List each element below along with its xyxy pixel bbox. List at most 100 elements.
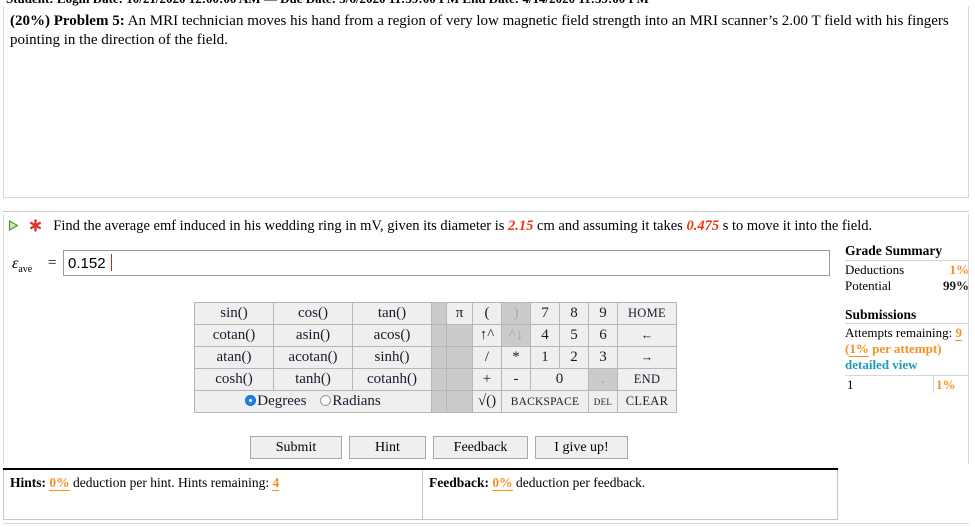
key-arrow-left[interactable]: ← xyxy=(617,324,677,347)
hints-box: Hints: 0% deduction per hint. Hints rema… xyxy=(3,470,423,520)
submit-button[interactable]: Submit xyxy=(250,436,342,459)
key-tanh[interactable]: tanh() xyxy=(273,368,353,391)
key-0[interactable]: 0 xyxy=(530,368,589,391)
question-text-post: s to move it into the field. xyxy=(719,218,873,234)
key-superscript-up[interactable]: ↑^ xyxy=(472,324,502,347)
feedback-deduction-pct: 0% xyxy=(492,475,513,491)
key-atan[interactable]: atan() xyxy=(194,346,274,369)
key-plus[interactable]: + xyxy=(472,368,502,391)
key-subscript-down[interactable]: ^↓ xyxy=(501,324,531,347)
key-4[interactable]: 4 xyxy=(530,324,560,347)
key-sinh[interactable]: sinh() xyxy=(352,346,432,369)
key-home[interactable]: HOME xyxy=(617,302,677,325)
key-gap-1 xyxy=(431,302,447,325)
radio-radians[interactable]: Radians xyxy=(320,393,381,409)
key-multiply[interactable]: * xyxy=(501,346,531,369)
key-7[interactable]: 7 xyxy=(530,302,560,325)
radio-degrees[interactable]: Degrees xyxy=(245,393,306,409)
answer-variable-label: εave xyxy=(12,255,33,276)
key-gap-5 xyxy=(431,390,447,413)
diameter-value: 2.15 xyxy=(508,218,534,234)
hints-label: Hints: xyxy=(10,475,47,490)
key-open-paren[interactable]: ( xyxy=(472,302,502,325)
play-triangle-icon[interactable] xyxy=(8,218,19,232)
key-decimal-point[interactable]: . xyxy=(588,368,618,391)
give-up-button[interactable]: I give up! xyxy=(535,436,628,459)
attempts-remaining-line: Attempts remaining: 9 xyxy=(845,324,969,341)
key-asin[interactable]: asin() xyxy=(273,324,353,347)
answer-row: εave = xyxy=(12,250,832,280)
key-backspace[interactable]: BACKSPACE xyxy=(501,390,589,413)
key-5[interactable]: 5 xyxy=(559,324,589,347)
hints-remaining-value: 4 xyxy=(272,475,280,491)
key-2[interactable]: 2 xyxy=(559,346,589,369)
per-attempt-close: per attempt) xyxy=(868,340,942,356)
key-blank-3 xyxy=(446,368,473,391)
attempts-remaining-label: Attempts remaining: xyxy=(845,325,953,340)
grade-summary-title: Grade Summary xyxy=(845,243,969,261)
key-acos[interactable]: acos() xyxy=(352,324,432,347)
per-attempt-pct: 1% xyxy=(849,340,869,357)
key-sin[interactable]: sin() xyxy=(194,302,274,325)
feedback-button[interactable]: Feedback xyxy=(433,436,528,459)
key-cos[interactable]: cos() xyxy=(273,302,353,325)
radio-degrees-label: Degrees xyxy=(257,393,307,409)
key-6[interactable]: 6 xyxy=(588,324,618,347)
key-8[interactable]: 8 xyxy=(559,302,589,325)
problem-body: An MRI technician moves his hand from a … xyxy=(10,13,949,48)
key-arrow-right[interactable]: → xyxy=(617,346,677,369)
feedback-label: Feedback: xyxy=(429,475,489,490)
key-blank-2 xyxy=(446,346,473,369)
key-1[interactable]: 1 xyxy=(530,346,560,369)
deductions-value: 1% xyxy=(949,261,970,277)
key-acotan[interactable]: acotan() xyxy=(273,346,353,369)
radio-degrees-icon[interactable] xyxy=(245,395,257,406)
question-part-container: Find the average emf induced in his wedd… xyxy=(3,214,969,464)
question-text-mid: cm and assuming it takes xyxy=(533,218,687,234)
equals-sign: = xyxy=(48,255,57,271)
action-button-bar: Submit Hint Feedback I give up! xyxy=(250,436,670,460)
grade-row-potential: Potential 99% xyxy=(845,277,969,294)
answer-input[interactable] xyxy=(63,250,830,276)
potential-value: 99% xyxy=(943,278,969,293)
key-sqrt[interactable]: √() xyxy=(472,390,502,413)
attempts-remaining-value: 9 xyxy=(955,325,962,341)
key-9[interactable]: 9 xyxy=(588,302,618,325)
key-tan[interactable]: tan() xyxy=(352,302,432,325)
key-cotan[interactable]: cotan() xyxy=(194,324,274,347)
submissions-title: Submissions xyxy=(845,307,969,324)
keypad-row: sin() cos() tan() π ( ) 7 8 9 HOME xyxy=(194,302,677,325)
math-keypad[interactable]: sin() cos() tan() π ( ) 7 8 9 HOME cotan… xyxy=(194,302,677,413)
hints-text: deduction per hint. Hints remaining: xyxy=(69,475,273,490)
key-blank-4 xyxy=(446,390,473,413)
key-cotanh[interactable]: cotanh() xyxy=(352,368,432,391)
key-del[interactable]: DEL xyxy=(588,390,618,413)
detailed-view-link[interactable]: detailed view xyxy=(845,356,969,373)
radio-radians-label: Radians xyxy=(332,393,381,409)
angle-mode-row[interactable]: Degrees Radians xyxy=(194,390,432,413)
key-cosh[interactable]: cosh() xyxy=(194,368,274,391)
problem-weight: (20%) xyxy=(10,13,50,29)
feedback-text: deduction per feedback. xyxy=(512,475,646,490)
key-pi[interactable]: π xyxy=(446,302,473,325)
feedback-box: Feedback: 0% deduction per feedback. xyxy=(423,470,838,520)
key-end[interactable]: END xyxy=(617,368,677,391)
submission-number: 1 xyxy=(845,374,934,393)
radio-radians-icon[interactable] xyxy=(320,395,332,406)
key-gap-4 xyxy=(431,368,447,391)
key-close-paren[interactable]: ) xyxy=(501,302,531,325)
key-blank-1 xyxy=(446,324,473,347)
question-line: Find the average emf induced in his wedd… xyxy=(8,217,964,235)
red-asterisk-icon xyxy=(29,219,42,232)
key-3[interactable]: 3 xyxy=(588,346,618,369)
hint-button[interactable]: Hint xyxy=(349,436,426,459)
key-gap-3 xyxy=(431,346,447,369)
text-caret xyxy=(111,254,112,271)
key-minus[interactable]: - xyxy=(501,368,531,391)
per-attempt-line: (1% per attempt) xyxy=(845,340,969,357)
section-divider xyxy=(3,211,969,212)
key-clear[interactable]: CLEAR xyxy=(617,390,677,413)
page-bottom-divider xyxy=(3,523,969,524)
key-gap-2 xyxy=(431,324,447,347)
key-divide[interactable]: / xyxy=(472,346,502,369)
